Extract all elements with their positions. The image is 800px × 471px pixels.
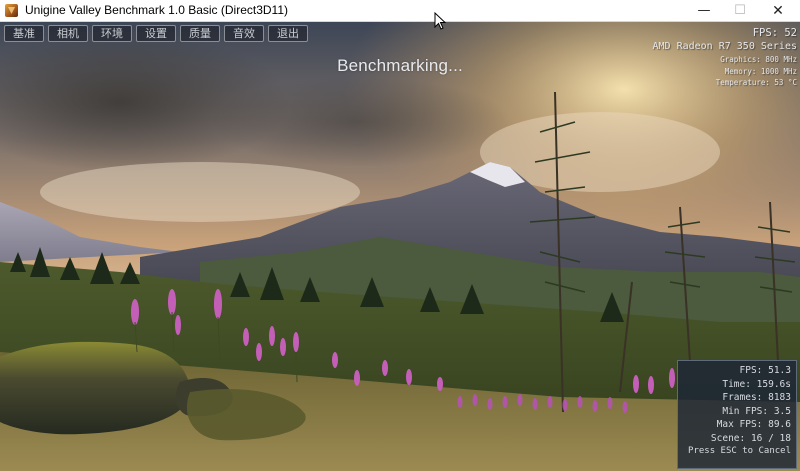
minimize-button[interactable]: —: [686, 0, 722, 22]
hud-memory-clock: Memory: 1000 MHz: [724, 66, 797, 76]
maximize-button[interactable]: ☐: [722, 0, 758, 22]
hud-fps: FPS: 52: [752, 27, 797, 39]
menu-quality-button[interactable]: 质量: [180, 25, 220, 42]
window-title: Unigine Valley Benchmark 1.0 Basic (Dire…: [25, 3, 288, 17]
title-bar[interactable]: Unigine Valley Benchmark 1.0 Basic (Dire…: [0, 0, 800, 22]
stats-cancel-hint: Press ESC to Cancel: [688, 446, 791, 456]
benchmark-menu-bar: 基准 相机 环境 设置 质量 音效 退出: [4, 25, 308, 43]
stats-min-fps: Min FPS: 3.5: [722, 405, 791, 417]
stats-fps: FPS: 51.3: [739, 365, 791, 376]
app-icon: [5, 4, 18, 17]
benchmark-window: Unigine Valley Benchmark 1.0 Basic (Dire…: [0, 0, 800, 471]
hardware-hud: FPS: 52 AMD Radeon R7 350 Series Graphic…: [653, 26, 798, 89]
hud-graphics-clock: Graphics: 800 MHz: [720, 55, 797, 64]
hud-gpu-name: AMD Radeon R7 350 Series: [652, 41, 798, 52]
stats-scene: Scene: 16 / 18: [710, 432, 791, 444]
menu-environment-button[interactable]: 环境: [92, 25, 132, 42]
stats-frames: Frames: 8183: [722, 392, 791, 403]
menu-camera-button[interactable]: 相机: [48, 25, 88, 42]
stats-time: Time: 159.6s: [722, 378, 791, 390]
benchmark-stats-panel: FPS: 51.3 Time: 159.6s Frames: 8183 Min …: [677, 360, 797, 469]
menu-exit-button[interactable]: 退出: [268, 25, 308, 42]
benchmark-status: Benchmarking...: [337, 56, 463, 75]
menu-settings-button[interactable]: 设置: [136, 25, 176, 42]
menu-sound-button[interactable]: 音效: [224, 25, 264, 42]
close-button[interactable]: ✕: [760, 0, 796, 22]
menu-benchmark-button[interactable]: 基准: [4, 25, 44, 42]
hud-temperature: Temperature: 53 °C: [715, 78, 797, 87]
stats-max-fps: Max FPS: 89.6: [716, 419, 791, 430]
